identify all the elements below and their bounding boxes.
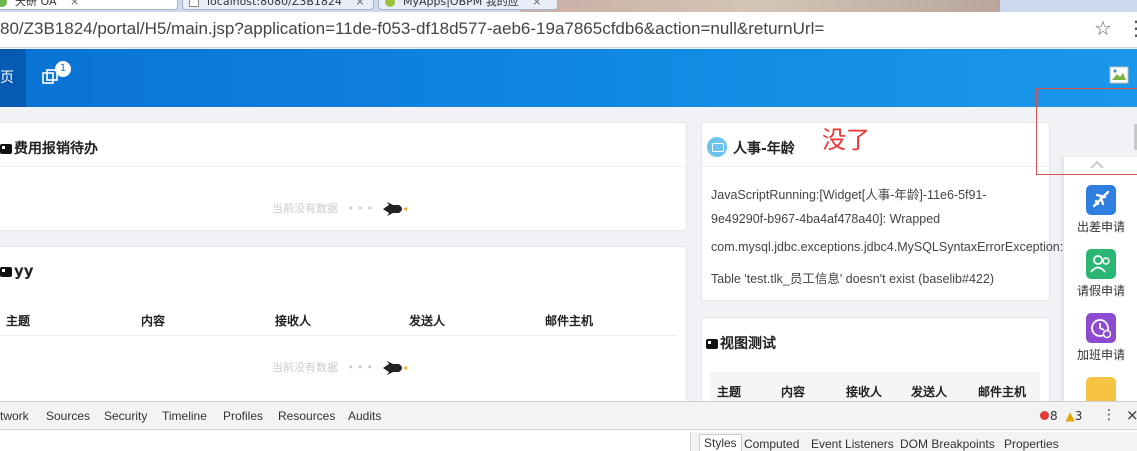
sidebar-item-label: 出差申请 (1076, 220, 1125, 234)
warning-count: 3 (1074, 409, 1083, 423)
expense-panel-title: 费用报销待办 (0, 138, 98, 158)
tab-properties[interactable]: Properties (1004, 437, 1059, 451)
tab-label: localhost:8080/Z3B1824 (207, 0, 342, 8)
panel-divider (0, 166, 686, 167)
console-counts[interactable]: 8 ▲3 (1040, 409, 1082, 423)
tab-dom-breakpoints[interactable]: DOM Breakpoints (900, 437, 995, 451)
panel-divider (702, 166, 1049, 167)
browser-tab-oa[interactable]: 天研 OA × (0, 0, 178, 10)
panel-title-text: 视图测试 (720, 336, 776, 352)
tab-close-icon[interactable]: × (355, 0, 364, 8)
tab-favicon (0, 0, 7, 7)
devtools-tabbar: twork Sources Security Timeline Profiles… (0, 402, 1137, 430)
tab-label: 天研 OA (15, 0, 57, 8)
empty-state-text: 当前没有数据 (272, 361, 338, 374)
devtools-panel: twork Sources Security Timeline Profiles… (0, 401, 1137, 451)
devtools-close-icon[interactable]: × (1126, 406, 1137, 424)
error-count: 8 (1050, 409, 1058, 423)
rocket-icon (383, 202, 408, 216)
tab-close-icon[interactable]: × (532, 0, 541, 8)
panel-title-icon (0, 144, 12, 154)
empty-dots: ••• (347, 361, 376, 374)
browser-tabstrip: 天研 OA × localhost:8080/Z3B1824 × MyApps|… (0, 0, 1137, 12)
bookmark-star-icon[interactable]: ☆ (1094, 16, 1112, 40)
error-line-2: 9e49290f-b967-4ba4af478a40]: Wrapped (711, 212, 941, 226)
empty-state: 当前没有数据 ••• (272, 200, 408, 216)
annotation-text: 没了 (822, 126, 870, 154)
yy-panel-title: yy (0, 262, 34, 280)
table-divider (0, 335, 676, 336)
airplane-icon (1086, 185, 1116, 215)
tab-label: MyApps|OBPM 我的应 (403, 0, 519, 8)
address-bar[interactable]: 80/Z3B1824/portal/H5/main.jsp?applicatio… (0, 12, 1137, 48)
devtools-tab-timeline[interactable]: Timeline (162, 409, 207, 423)
view-col-sender[interactable]: 发送人 (911, 383, 947, 400)
empty-state: 当前没有数据 ••• (272, 359, 408, 375)
url-text[interactable]: 80/Z3B1824/portal/H5/main.jsp?applicatio… (0, 19, 824, 39)
sidebar-item-leave[interactable]: 请假申请 (1070, 249, 1132, 299)
yy-col-sender[interactable]: 发送人 (409, 312, 445, 329)
annotation-box (1036, 88, 1137, 175)
devtools-tab-profiles[interactable]: Profiles (223, 409, 263, 423)
tab-close-icon[interactable]: × (70, 0, 79, 8)
empty-dots: ••• (347, 202, 376, 215)
people-icon (1086, 249, 1116, 279)
notification-badge: 1 (55, 61, 71, 77)
empty-state-text: 当前没有数据 (272, 202, 338, 215)
devtools-tab-security[interactable]: Security (104, 409, 147, 423)
styles-pane: Styles Computed Event Listeners DOM Brea… (690, 432, 1137, 451)
devtools-menu-icon[interactable]: ⋮ (1102, 407, 1116, 423)
error-line-1: JavaScriptRunning:[Widget[人事-年龄]-11e6-5f… (711, 188, 987, 202)
clock-plus-icon (1086, 313, 1116, 343)
home-tab[interactable]: 页 (0, 49, 26, 107)
devtools-tab-resources[interactable]: Resources (278, 409, 335, 423)
view-panel-title: 视图测试 (706, 333, 776, 353)
hr-panel-title: 人事-年龄 (733, 141, 795, 157)
sidebar-item-more[interactable] (1070, 377, 1132, 401)
error-line-4: Table 'test.tlk_员工信息' doesn't exist (bas… (711, 272, 994, 286)
broken-image-icon[interactable] (1109, 66, 1129, 84)
yy-col-mailhost[interactable]: 邮件主机 (545, 312, 593, 329)
tab-favicon (385, 0, 395, 7)
yy-col-subject[interactable]: 主题 (6, 312, 30, 329)
sidebar-item-overtime[interactable]: 加班申请 (1070, 313, 1132, 363)
rocket-icon (383, 361, 408, 375)
more-app-icon (1086, 377, 1116, 401)
browser-tab-localhost[interactable]: localhost:8080/Z3B1824 × (182, 0, 374, 10)
tab-styles[interactable]: Styles (699, 434, 742, 451)
devtools-tab-sources[interactable]: Sources (46, 409, 90, 423)
devtools-tab-audits[interactable]: Audits (348, 409, 381, 423)
devtools-tab-network[interactable]: twork (0, 409, 29, 423)
view-col-subject[interactable]: 主题 (717, 383, 741, 400)
yy-col-content[interactable]: 内容 (141, 312, 165, 329)
error-line-3: com.mysql.jdbc.exceptions.jdbc4.MySQLSyn… (711, 240, 1063, 254)
view-col-receiver[interactable]: 接收人 (846, 383, 882, 400)
view-col-mailhost[interactable]: 邮件主机 (978, 383, 1026, 400)
tabstrip-background (520, 0, 1000, 12)
panel-title-icon (706, 339, 718, 349)
sidebar-item-label: 加班申请 (1076, 348, 1125, 362)
view-col-content[interactable]: 内容 (781, 383, 805, 400)
yy-col-receiver[interactable]: 接收人 (275, 312, 311, 329)
warning-icon: ▲ (1065, 409, 1075, 423)
tab-computed[interactable]: Computed (744, 437, 799, 451)
app-header: 页 1 (0, 49, 1137, 107)
browser-menu-icon[interactable]: ⋮ (1126, 16, 1137, 40)
tab-page-icon (189, 0, 199, 7)
widget-icon (707, 137, 727, 157)
sidebar-item-label: 请假申请 (1076, 284, 1125, 298)
tab-event-listeners[interactable]: Event Listeners (811, 437, 894, 451)
panel-title-text: yy (14, 262, 34, 280)
sidebar-item-business-trip[interactable]: 出差申请 (1070, 185, 1132, 235)
panel-title-icon (0, 267, 12, 277)
browser-tab-myapps[interactable]: MyApps|OBPM 我的应 × (378, 0, 558, 10)
panel-title-text: 费用报销待办 (14, 141, 98, 157)
error-icon (1040, 411, 1049, 420)
